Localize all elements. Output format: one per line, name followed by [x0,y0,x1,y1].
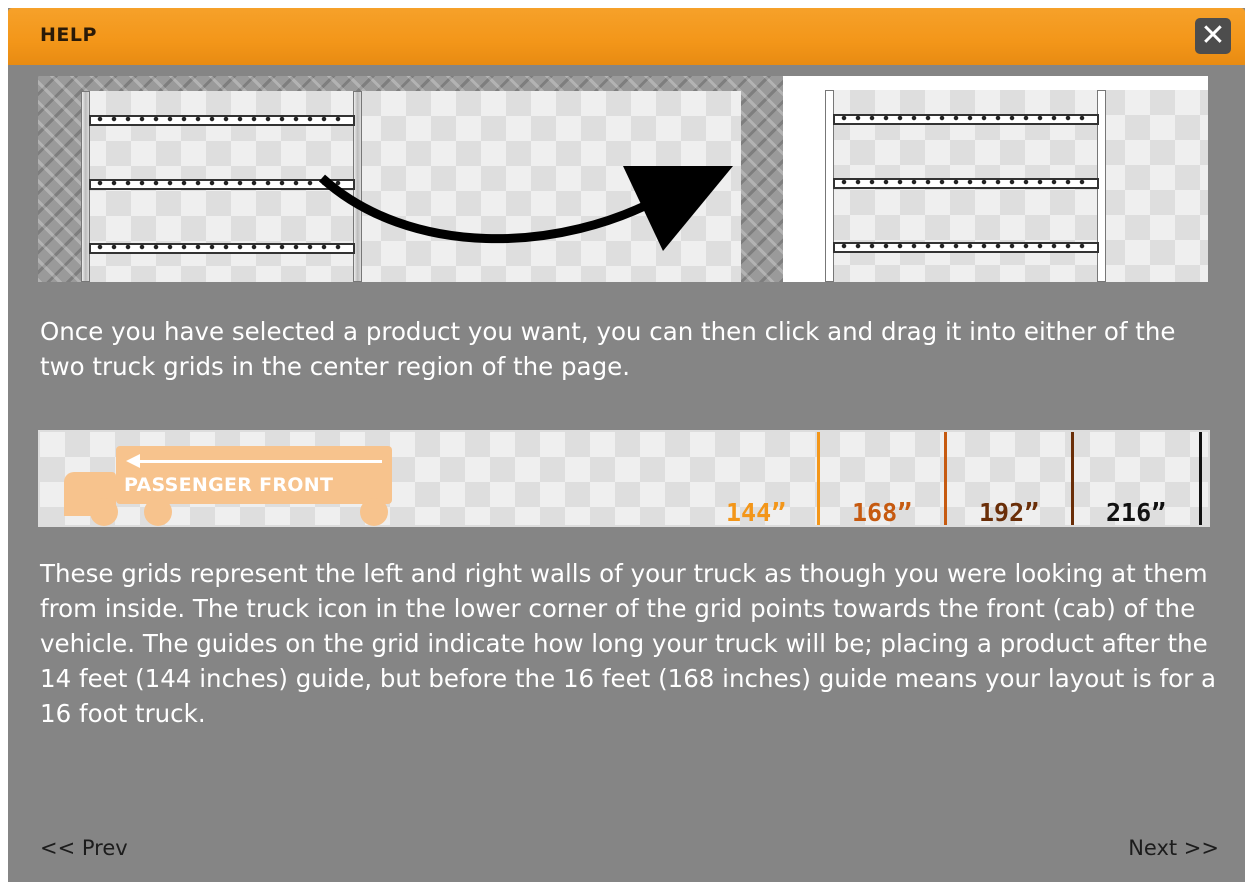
instruction-text-1: Once you have selected a product you wan… [40,317,1176,381]
instruction-text-2: These grids represent the left and right… [40,559,1216,728]
guide-168 [944,432,947,525]
passenger-front-label: PASSENGER FRONT [124,474,334,496]
close-button[interactable]: ✕ [1195,18,1231,54]
prev-link[interactable]: << Prev [40,836,128,860]
marker-192-label: 192” [979,498,1040,527]
target-grid [825,90,1208,282]
dialog-title: HELP [40,24,97,46]
target-grid-panel [783,76,1208,282]
guide-144 [817,432,820,525]
truck-icon: PASSENGER FRONT [60,446,400,526]
drag-arrow-icon [318,166,733,251]
close-icon: ✕ [1200,18,1226,53]
guide-192 [1071,432,1074,525]
diamond-plate-background [38,76,783,282]
marker-168-label: 168” [852,498,913,527]
truck-length-strip: PASSENGER FRONT 144” 168” 192” 216” [38,430,1210,527]
guide-216 [1199,432,1202,525]
marker-216-label: 216” [1106,498,1167,527]
help-dialog: HELP ✕ Once you have selected a product … [8,8,1245,882]
dialog-titlebar: HELP ✕ [8,8,1245,65]
drag-illustration [38,76,1208,282]
next-link[interactable]: Next >> [1128,836,1219,860]
marker-144-label: 144” [726,498,787,527]
